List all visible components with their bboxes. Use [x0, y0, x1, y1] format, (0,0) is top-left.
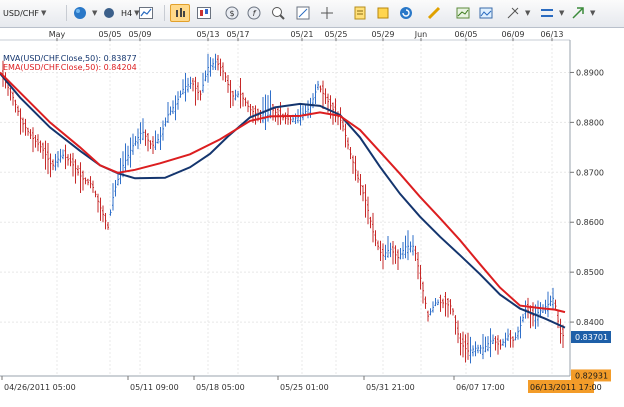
- chart-type-button[interactable]: [453, 4, 473, 22]
- line-chart-icon: [139, 7, 153, 19]
- indicator-f-icon: f: [247, 6, 261, 20]
- layout-icon: [541, 9, 553, 17]
- zoom-out-icon: [296, 6, 310, 20]
- save-image-icon: [479, 7, 493, 19]
- grid-button[interactable]: [99, 4, 119, 22]
- crosshair-icon: [321, 7, 333, 19]
- low-price-label: 0.82931: [575, 371, 608, 380]
- top-axis-label: Jun: [414, 30, 428, 39]
- note-button[interactable]: [350, 4, 370, 22]
- price-alert-icon: $: [225, 6, 239, 20]
- refresh-button[interactable]: [396, 4, 416, 22]
- bottom-axis-label: 04/26/2011 05:00: [4, 383, 76, 392]
- price-tick-label: 0.8400: [576, 318, 604, 327]
- globe-button[interactable]: ▼: [70, 4, 97, 22]
- chart-grid: [0, 39, 571, 377]
- price-chart[interactable]: May 05/05 05/09 05/13 05/17 05/21 05/25 05/29 Ju…: [0, 27, 624, 404]
- timeframe-label: H4: [121, 8, 133, 18]
- mva-legend: MVA(USD/CHF.Close,50): 0.83877: [3, 54, 137, 63]
- fibonacci-button[interactable]: ▼: [503, 4, 530, 22]
- ema-legend: EMA(USD/CHF.Close,50): 0.84204: [3, 63, 137, 72]
- top-axis-label: 05/05: [98, 30, 121, 39]
- chart-type-icon: [456, 7, 470, 19]
- price-alert-button[interactable]: $: [222, 4, 242, 22]
- top-axis-label: 06/13: [540, 30, 563, 39]
- top-axis-label: 05/21: [290, 30, 313, 39]
- arrow-tool-icon: [572, 7, 584, 19]
- bottom-date-axis: 04/26/2011 05:00 05/11 09:00 05/18 05:00 05…: [1, 376, 505, 392]
- top-axis-label: 06/05: [454, 30, 477, 39]
- price-tick-label: 0.8800: [576, 118, 604, 127]
- trendline-pencil-icon: [427, 6, 441, 20]
- symbol-selector[interactable]: USD/CHF ▼: [3, 4, 46, 22]
- top-axis-label: 05/09: [128, 30, 151, 39]
- bottom-axis-label: 05/31 21:00: [366, 383, 415, 392]
- indicator-button[interactable]: f: [244, 4, 264, 22]
- toolbar: USD/CHF ▼ ▼ H4 ▼ $ f ▼ ▼ ▼: [0, 0, 624, 28]
- price-tick-label: 0.8700: [576, 168, 604, 177]
- chevron-down-icon[interactable]: ▼: [525, 9, 530, 17]
- price-tick-label: 0.8600: [576, 218, 604, 227]
- chevron-down-icon[interactable]: ▼: [559, 9, 564, 17]
- current-price-label: 0.83701: [575, 333, 608, 342]
- grid-icon: [104, 8, 114, 18]
- bar-chart-icon: [176, 8, 185, 17]
- zoom-in-button[interactable]: [268, 4, 288, 22]
- svg-text:$: $: [229, 9, 234, 18]
- trendline-button[interactable]: [424, 4, 444, 22]
- chevron-down-icon[interactable]: ▼: [92, 9, 97, 17]
- price-tick-label: 0.8900: [576, 68, 604, 77]
- arrow-tool-button[interactable]: ▼: [568, 4, 595, 22]
- top-axis-label: May: [49, 30, 66, 39]
- symbol-label: USD/CHF: [3, 8, 39, 18]
- line-chart-button[interactable]: [136, 4, 156, 22]
- alert-button[interactable]: [373, 4, 393, 22]
- crosshair-button[interactable]: [317, 4, 337, 22]
- plot-background: [0, 40, 570, 376]
- chevron-down-icon[interactable]: ▼: [41, 9, 46, 17]
- layout-button[interactable]: ▼: [537, 4, 564, 22]
- refresh-icon: [400, 7, 412, 19]
- candlestick-chart-icon: [197, 7, 211, 19]
- alert-bell-icon: [377, 7, 389, 19]
- chevron-down-icon[interactable]: ▼: [590, 9, 595, 17]
- bar-chart-button[interactable]: [170, 4, 190, 22]
- candlestick-chart-button[interactable]: [194, 4, 214, 22]
- top-axis-label: 05/13: [196, 30, 219, 39]
- top-axis-label: 05/29: [371, 30, 394, 39]
- zoom-in-icon: [272, 7, 285, 20]
- globe-icon: [74, 7, 86, 19]
- fibonacci-icon: [507, 7, 519, 19]
- top-date-axis: May 05/05 05/09 05/13 05/17 05/21 05/25 05/29 Ju…: [49, 30, 564, 41]
- price-tick-label: 0.8500: [576, 268, 604, 277]
- price-axis: 0.8900 0.8800 0.8700 0.8600 0.8500 0.8400: [570, 68, 604, 327]
- note-icon: [354, 6, 366, 20]
- top-axis-label: 06/09: [501, 30, 524, 39]
- bottom-axis-label: 05/18 05:00: [196, 383, 245, 392]
- chart-area[interactable]: May 05/05 05/09 05/13 05/17 05/21 05/25 05/29 Ju…: [0, 27, 624, 404]
- bottom-axis-label: 05/11 09:00: [130, 383, 179, 392]
- current-date-label: 06/13/2011 17:00: [530, 383, 602, 392]
- top-axis-label: 05/25: [324, 30, 347, 39]
- top-axis-label: 05/17: [226, 30, 249, 39]
- bottom-axis-label: 06/07 17:00: [456, 383, 505, 392]
- save-image-button[interactable]: [476, 4, 496, 22]
- bottom-axis-label: 05/25 01:00: [280, 383, 329, 392]
- zoom-out-button[interactable]: [293, 4, 313, 22]
